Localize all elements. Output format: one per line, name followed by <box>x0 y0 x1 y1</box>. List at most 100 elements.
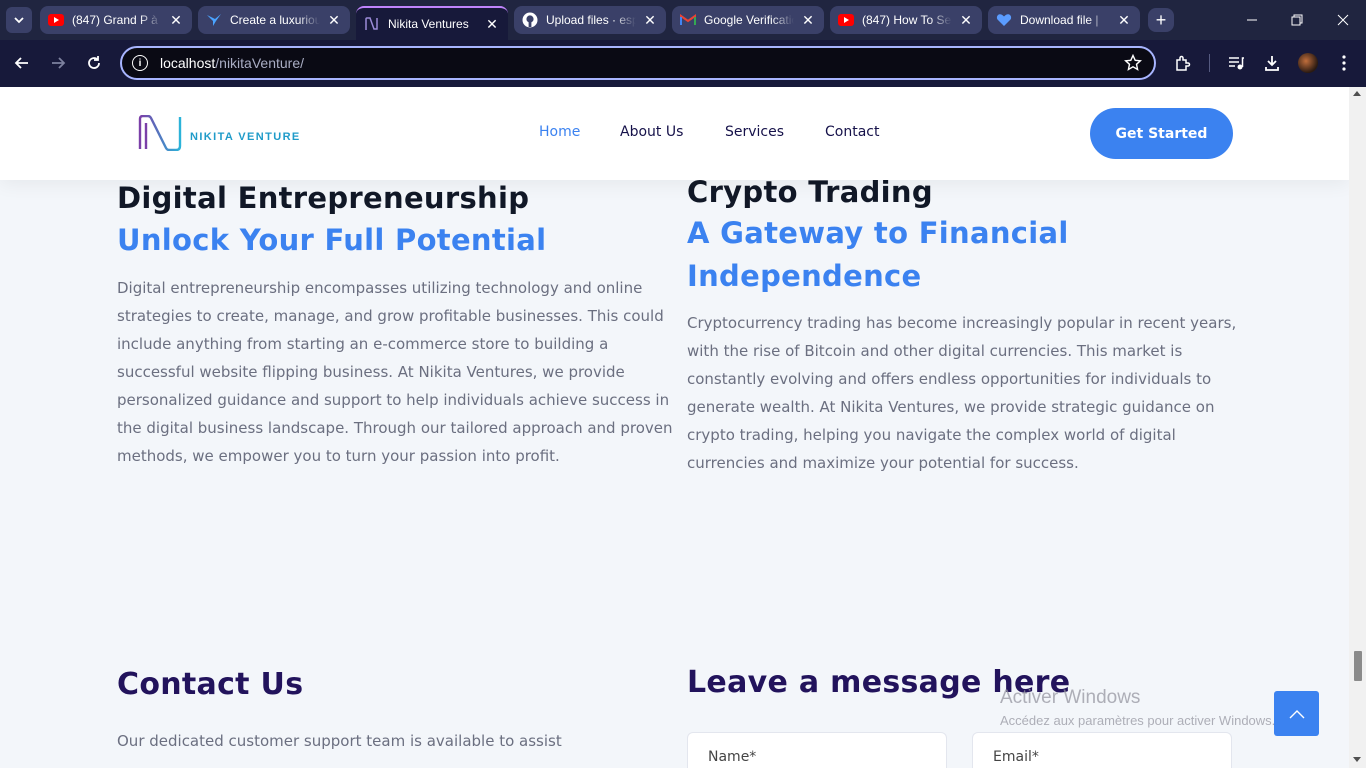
tab-title: Google Verificatio <box>704 13 794 27</box>
forward-button[interactable] <box>45 50 71 76</box>
watermark-subtitle: Accédez aux paramètres pour activer Wind… <box>1000 713 1276 728</box>
paragraph-line: strategies to create, manage, and grow p… <box>117 307 664 325</box>
contact-text: Our dedicated customer support team is a… <box>117 732 562 750</box>
scroll-up-arrow-icon[interactable] <box>1353 91 1361 96</box>
close-icon[interactable]: ✕ <box>484 16 500 32</box>
close-icon[interactable]: ✕ <box>168 12 184 28</box>
close-icon[interactable]: ✕ <box>1116 12 1132 28</box>
nikita-logo-icon <box>138 115 182 151</box>
browser-tab[interactable]: Upload files · esp ✕ <box>514 6 666 34</box>
logo-text: NIKITA VENTURE <box>190 131 301 143</box>
close-icon[interactable]: ✕ <box>642 12 658 28</box>
minimize-icon <box>1247 19 1257 21</box>
nav-home[interactable]: Home <box>539 124 580 140</box>
minimize-button[interactable] <box>1240 8 1264 32</box>
tab-title: (847) Grand P à c <box>72 13 162 27</box>
paragraph-line: the digital business landscape. Through … <box>117 419 673 437</box>
heart-icon <box>996 12 1012 28</box>
paragraph-line: include anything from starting an e-comm… <box>117 335 609 353</box>
browser-tab[interactable]: Create a luxuriou ✕ <box>198 6 350 34</box>
youtube-icon <box>838 12 854 28</box>
media-control-button[interactable] <box>1225 52 1247 74</box>
close-icon[interactable]: ✕ <box>326 12 342 28</box>
crypto-subtitle-line-2: Independence <box>687 259 922 293</box>
email-field[interactable]: Email* <box>972 732 1232 768</box>
nav-about-us[interactable]: About Us <box>620 124 683 140</box>
bookmark-star-icon[interactable] <box>1124 54 1142 72</box>
paragraph-line: constantly evolving and offers endless o… <box>687 370 1212 388</box>
toolbar-divider <box>1209 54 1210 72</box>
name-placeholder: Name* <box>708 749 757 765</box>
paragraph-line: generate wealth. At Nikita Ventures, we … <box>687 398 1215 416</box>
browser-tab-active[interactable]: Nikita Ventures ✕ <box>356 6 508 40</box>
reload-icon <box>88 56 100 69</box>
extensions-button[interactable] <box>1172 52 1194 74</box>
gmail-icon <box>680 12 696 28</box>
back-to-top-button[interactable] <box>1274 691 1319 736</box>
email-placeholder: Email* <box>993 749 1039 765</box>
crypto-paragraph: Cryptocurrency trading has become increa… <box>687 309 1247 477</box>
youtube-icon <box>48 12 64 28</box>
get-started-button[interactable]: Get Started <box>1090 108 1233 159</box>
nav-contact[interactable]: Contact <box>825 124 879 140</box>
page-scrollbar[interactable] <box>1349 87 1366 768</box>
tab-title: Create a luxuriou <box>230 13 320 27</box>
page-viewport: Digital Entrepreneurship Unlock Your Ful… <box>0 87 1349 768</box>
digital-subtitle: Unlock Your Full Potential <box>117 223 547 257</box>
close-window-button[interactable] <box>1331 8 1355 32</box>
reload-button[interactable] <box>81 50 107 76</box>
scrollbar-thumb[interactable] <box>1354 651 1362 681</box>
digital-title: Digital Entrepreneurship <box>117 181 530 215</box>
restore-button[interactable] <box>1285 8 1309 32</box>
browser-tab[interactable]: Google Verificatio ✕ <box>672 6 824 34</box>
windows-activation-watermark: Activer Windows Accédez aux paramètres p… <box>1000 687 1275 728</box>
url-host: localhost <box>160 55 216 71</box>
arrow-right-icon <box>52 57 66 69</box>
site-logo[interactable]: NIKITA VENTURE <box>136 115 301 151</box>
browser-tab-bar: (847) Grand P à c ✕ Create a luxuriou ✕ … <box>0 0 1366 40</box>
name-field[interactable]: Name* <box>687 732 947 768</box>
plus-icon: + <box>1155 9 1167 30</box>
chevron-up-icon <box>1289 709 1304 718</box>
paragraph-line: Digital entrepreneurship encompasses uti… <box>117 279 643 297</box>
nav-services[interactable]: Services <box>725 124 784 140</box>
paragraph-line: crypto trading, helping you navigate the… <box>687 426 1176 444</box>
scroll-down-arrow-icon[interactable] <box>1353 757 1361 762</box>
browser-tab[interactable]: (847) Grand P à c ✕ <box>40 6 192 34</box>
profile-avatar[interactable] <box>1298 53 1318 73</box>
tab-title: (847) How To Se <box>862 13 952 27</box>
arrow-left-icon <box>14 57 28 69</box>
puzzle-icon <box>1176 55 1191 71</box>
address-bar[interactable]: i localhost/nikitaVenture/ <box>120 46 1156 80</box>
crypto-subtitle-line-1: A Gateway to Financial <box>687 216 1069 250</box>
browser-menu-button[interactable] <box>1333 52 1355 74</box>
restore-icon <box>1291 14 1303 26</box>
url-path: /nikitaVenture/ <box>215 55 304 71</box>
paragraph-line: currencies and maximize your potential f… <box>687 454 1079 472</box>
chevron-down-icon <box>14 17 24 24</box>
bird-icon <box>206 12 222 28</box>
new-tab-button[interactable]: + <box>1148 8 1174 32</box>
tab-title: Nikita Ventures <box>388 17 469 31</box>
digital-paragraph: Digital entrepreneurship encompasses uti… <box>117 274 677 470</box>
url-text: localhost/nikitaVenture/ <box>160 55 304 71</box>
nikita-icon <box>364 16 380 32</box>
github-icon <box>522 12 538 28</box>
close-icon <box>1337 14 1349 26</box>
browser-tab[interactable]: Download file | ✕ <box>988 6 1140 34</box>
browser-tab[interactable]: (847) How To Se ✕ <box>830 6 982 34</box>
site-info-icon[interactable]: i <box>132 55 148 71</box>
tab-search-button[interactable] <box>6 7 32 33</box>
browser-toolbar: i localhost/nikitaVenture/ <box>0 40 1366 87</box>
contact-title: Contact Us <box>117 667 304 702</box>
watermark-title: Activer Windows <box>1000 687 1141 708</box>
more-vertical-icon <box>1342 55 1346 71</box>
crypto-title: Crypto Trading <box>687 175 933 209</box>
downloads-button[interactable] <box>1261 52 1283 74</box>
back-button[interactable] <box>9 50 35 76</box>
close-icon[interactable]: ✕ <box>958 12 974 28</box>
tab-title: Upload files · esp <box>546 13 636 27</box>
tab-title: Download file | <box>1020 13 1099 27</box>
playlist-icon <box>1229 57 1244 70</box>
close-icon[interactable]: ✕ <box>800 12 816 28</box>
